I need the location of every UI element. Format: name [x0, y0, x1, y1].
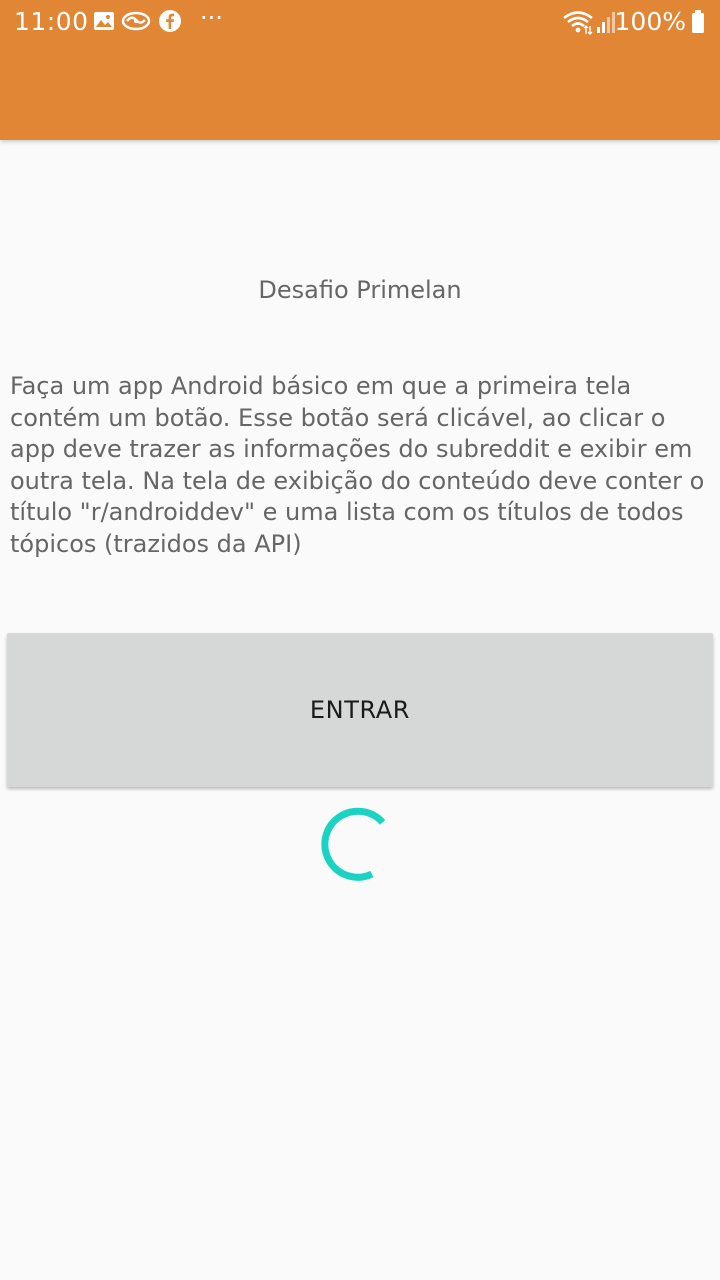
facebook-icon [158, 9, 184, 35]
description-text: Faça um app Android básico em que a prim… [10, 372, 705, 558]
app-screen: 11:00 ··· 100% Desafio Primelan Faça um … [0, 0, 720, 1280]
battery-icon [690, 9, 706, 35]
more-dots-icon: ··· [200, 4, 223, 32]
battery-percent: 100% [614, 7, 686, 36]
loading-spinner-icon [321, 807, 386, 881]
app-bar: 11:00 ··· 100% [0, 0, 720, 140]
status-bar: 11:00 ··· 100% [0, 0, 720, 44]
wifi-icon [562, 9, 594, 35]
handshake-icon [121, 9, 151, 35]
status-time: 11:00 [14, 7, 89, 36]
page-title: Desafio Primelan [258, 276, 462, 304]
image-icon [92, 9, 118, 35]
enter-button[interactable]: ENTRAR [7, 633, 713, 787]
signal-icon [596, 9, 616, 35]
